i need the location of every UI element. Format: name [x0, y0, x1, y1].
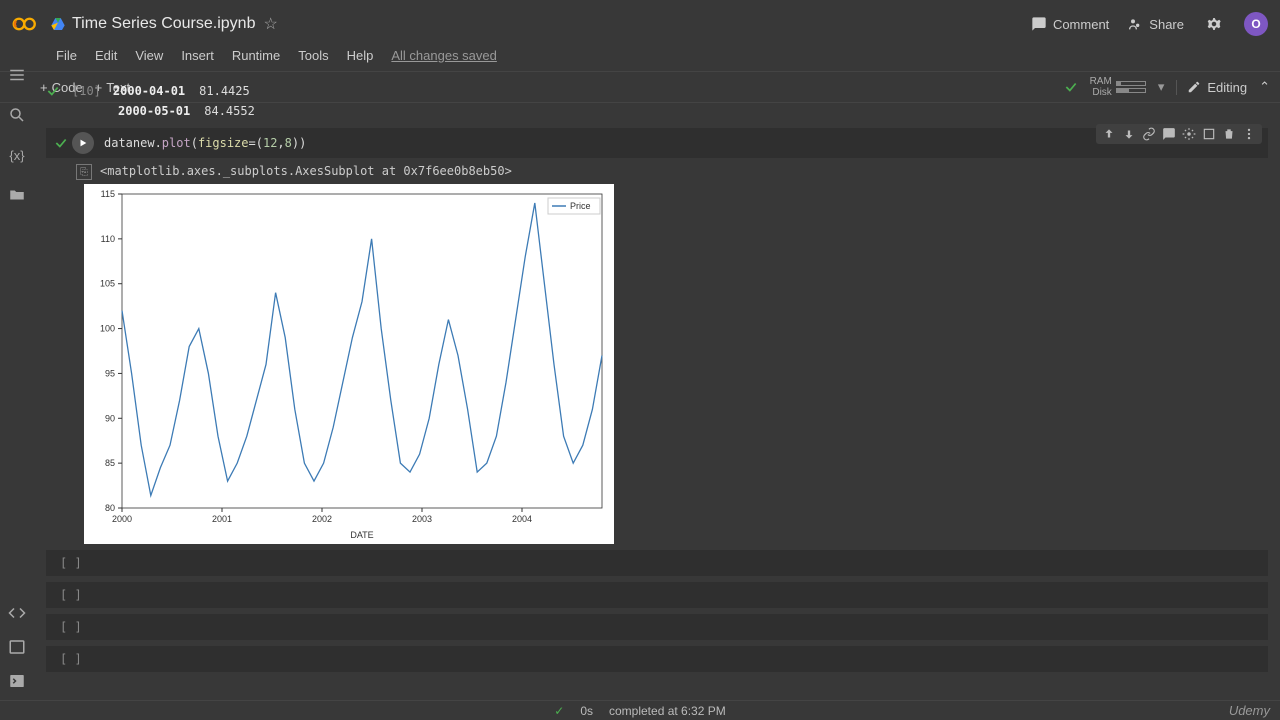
svg-text:Price: Price [570, 201, 591, 211]
out-value: 84.4552 [204, 104, 255, 118]
variables-icon[interactable]: {x} [8, 146, 26, 164]
menu-tools[interactable]: Tools [298, 48, 328, 63]
out-date: 2000-05-01 [118, 104, 190, 118]
watermark: Udemy [1229, 703, 1270, 718]
toc-icon[interactable] [8, 66, 26, 84]
exec-label: [ ] [60, 620, 82, 634]
empty-code-cell[interactable]: [ ] [46, 646, 1268, 672]
svg-text:DATE: DATE [350, 530, 373, 540]
svg-text:2001: 2001 [212, 514, 232, 524]
move-down-icon[interactable] [1122, 127, 1136, 141]
svg-text:115: 115 [101, 189, 115, 199]
svg-text:95: 95 [105, 368, 115, 378]
comment-button[interactable]: Comment [1031, 16, 1109, 32]
colab-logo-icon [12, 10, 40, 38]
move-up-icon[interactable] [1102, 127, 1116, 141]
status-completed: completed at 6:32 PM [609, 704, 726, 718]
folder-icon[interactable] [8, 186, 26, 204]
settings-gear-icon[interactable] [1202, 12, 1226, 36]
svg-text:80: 80 [105, 503, 115, 513]
out-date: 2000-04-01 [113, 84, 185, 98]
empty-code-cell[interactable]: [ ] [46, 614, 1268, 640]
chart-output: 80 85 90 95 100 105 110 115 2000 2001 2002 2003 2004… [84, 184, 614, 544]
delete-cell-icon[interactable] [1222, 127, 1236, 141]
comment-label: Comment [1053, 17, 1109, 32]
menu-help[interactable]: Help [347, 48, 374, 63]
cell-check-icon [54, 136, 68, 150]
svg-text:2004: 2004 [512, 514, 532, 524]
out-value: 81.4425 [199, 84, 250, 98]
search-icon[interactable] [8, 106, 26, 124]
exec-label: [ ] [60, 556, 82, 570]
status-bar: ✓ 0s completed at 6:32 PM [0, 700, 1280, 720]
command-icon[interactable] [8, 672, 26, 690]
table-row: 2000-04-01 81.4425 [113, 84, 250, 98]
sidebar: {x} [0, 48, 34, 700]
svg-text:85: 85 [105, 458, 115, 468]
settings-cell-icon[interactable] [1182, 127, 1196, 141]
file-title[interactable]: Time Series Course.ipynb [72, 15, 255, 33]
code-text[interactable]: datanew.plot(figsize=(12,8)) [104, 136, 306, 150]
share-label: Share [1149, 17, 1184, 32]
empty-code-cell[interactable]: [ ] [46, 550, 1268, 576]
menu-edit[interactable]: Edit [95, 48, 117, 63]
svg-text:2000: 2000 [112, 514, 132, 524]
run-cell-button[interactable] [72, 132, 94, 154]
svg-text:2003: 2003 [412, 514, 432, 524]
star-icon[interactable]: ☆ [263, 14, 277, 34]
comment-cell-icon[interactable] [1162, 127, 1176, 141]
save-status: All changes saved [391, 48, 497, 63]
output-toggle-icon[interactable]: ⎘ [76, 164, 92, 180]
empty-code-cell[interactable]: [ ] [46, 582, 1268, 608]
cell-toolbar [1096, 124, 1262, 144]
prev-cell-check-icon [46, 84, 60, 98]
output-repr: <matplotlib.axes._subplots.AxesSubplot a… [100, 164, 512, 178]
more-cell-icon[interactable] [1242, 127, 1256, 141]
code-icon[interactable] [8, 604, 26, 622]
user-avatar[interactable]: O [1244, 12, 1268, 36]
svg-text:110: 110 [101, 234, 115, 244]
menu-runtime[interactable]: Runtime [232, 48, 280, 63]
prev-exec-count: [10] [72, 84, 101, 98]
menu-view[interactable]: View [135, 48, 163, 63]
status-check-icon: ✓ [554, 704, 564, 718]
svg-text:105: 105 [100, 279, 115, 289]
svg-text:2002: 2002 [312, 514, 332, 524]
exec-label: [ ] [60, 652, 82, 666]
drive-file-icon [50, 16, 66, 32]
menu-file[interactable]: File [56, 48, 77, 63]
table-row: 2000-05-01 84.4552 [34, 102, 1280, 120]
link-icon[interactable] [1142, 127, 1156, 141]
exec-label: [ ] [60, 588, 82, 602]
status-duration: 0s [580, 704, 593, 718]
svg-text:100: 100 [100, 324, 115, 334]
code-cell[interactable]: datanew.plot(figsize=(12,8)) [46, 128, 1268, 158]
svg-text:90: 90 [105, 413, 115, 423]
menu-insert[interactable]: Insert [181, 48, 214, 63]
menubar: File Edit View Insert Runtime Tools Help… [0, 48, 1280, 71]
share-button[interactable]: Share [1127, 16, 1184, 32]
mirror-cell-icon[interactable] [1202, 127, 1216, 141]
terminal-icon[interactable] [8, 638, 26, 656]
